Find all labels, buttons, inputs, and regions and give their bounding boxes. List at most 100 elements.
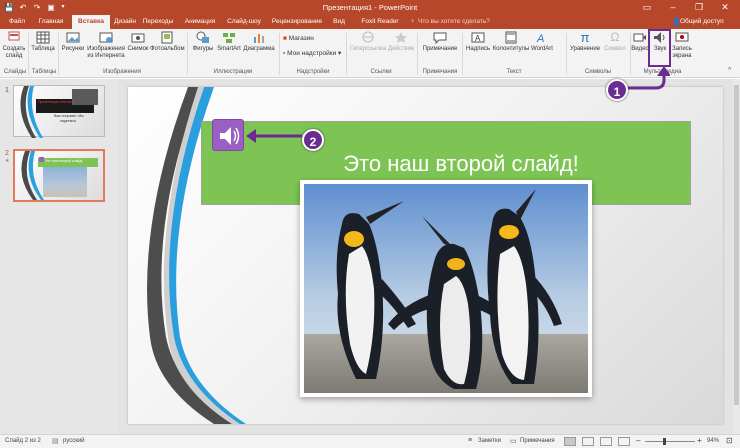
chart-button[interactable]: Диаграмма [242, 31, 276, 53]
comment-button[interactable]: Примечание [420, 31, 460, 53]
scrollbar-thumb[interactable] [734, 85, 739, 405]
equation-icon: π [580, 30, 590, 45]
thumbnail-speaker [39, 157, 44, 162]
table-button[interactable]: Таблица [30, 31, 56, 53]
group-label-slides: Слайды [3, 69, 27, 75]
group-separator [58, 33, 59, 75]
group-label-images: Изображения [103, 69, 141, 75]
shapes-button[interactable]: Фигуры [190, 31, 216, 53]
my-addins-icon: ▪ [283, 50, 286, 57]
share-button[interactable]: Общий доступ [680, 15, 724, 29]
spelling-check-icon[interactable]: ▤ [52, 437, 59, 445]
thumbnail-number: 2 [5, 150, 9, 157]
tab-design[interactable]: Дизайн [110, 15, 140, 29]
speaker-icon [220, 127, 240, 145]
equation-button[interactable]: π Уравнение [568, 31, 602, 53]
screen-recording-icon [675, 32, 689, 42]
reading-view-button[interactable] [600, 437, 612, 446]
group-separator [28, 33, 29, 75]
group-label-tables: Таблицы [31, 69, 57, 75]
vertical-scrollbar[interactable] [733, 79, 740, 434]
online-pictures-button[interactable]: Изображения из Интернета [86, 31, 126, 60]
store-icon: ■ [283, 35, 287, 42]
my-addins-button[interactable]: ▪ Мои надстройки ▾ [283, 49, 341, 57]
normal-view-button[interactable] [564, 437, 576, 446]
wordart-button[interactable]: A WordArt [530, 31, 554, 53]
fit-to-window-icon[interactable]: ⊡ [726, 436, 733, 445]
tab-foxit[interactable]: Foxit Reader PDF [354, 15, 406, 39]
slide-sorter-button[interactable] [582, 437, 594, 446]
group-label-symbols: Символы [585, 69, 611, 75]
maximize-button[interactable]: ❐ [686, 0, 712, 15]
header-footer-label: Колонтитулы [492, 46, 530, 52]
zoom-level[interactable]: 94% [707, 438, 719, 444]
comment-icon [433, 32, 447, 44]
store-label: Магазин [288, 35, 314, 42]
ribbon-display-options-icon[interactable]: ▭ [634, 0, 660, 15]
title-bar: 💾 ↶ ↷ ▣ ▾ Презентация1 - PowerPoint ▭ – … [0, 0, 740, 15]
notes-button[interactable]: Заметки [478, 438, 501, 444]
ribbon-tabs: Файл Главная Вставка Дизайн Переходы Ани… [0, 15, 740, 39]
tab-animations[interactable]: Анимация [180, 15, 220, 29]
svg-text:A: A [475, 34, 481, 43]
zoom-out-icon[interactable]: – [636, 436, 640, 445]
new-slide-button[interactable]: Создать слайд [2, 31, 26, 60]
tab-file[interactable]: Файл [2, 15, 32, 29]
screen-recording-button[interactable]: Запись экрана [670, 31, 694, 60]
thumbnail-text: Вам понравит. Мы [54, 114, 84, 118]
slide-thumbnails-pane: 1 Презентация Microsoft Вам понравит. Мы… [0, 79, 118, 434]
comments-button[interactable]: Примечания [520, 438, 555, 444]
callout-2-arrow [246, 129, 302, 143]
smartart-button[interactable]: SmartArt [216, 31, 242, 53]
penguins-image [304, 184, 588, 393]
tab-transitions[interactable]: Переходы [140, 15, 176, 29]
status-bar: Слайд 2 из 2 ▤ русский ≡ Заметки ▭ Приме… [0, 434, 740, 448]
shapes-label: Фигуры [192, 46, 214, 52]
pictures-button[interactable]: Рисунки [60, 31, 86, 53]
slide-thumbnail-2[interactable]: Это наш второй слайд! [13, 149, 105, 202]
new-slide-label: Создать слайд [2, 46, 26, 59]
thumbnail-text: Презентация Microsoft [38, 100, 75, 104]
tab-view[interactable]: Вид [328, 15, 350, 29]
zoom-in-icon[interactable]: + [697, 436, 702, 445]
action-icon [395, 32, 407, 43]
textbox-button[interactable]: A Надпись [464, 31, 492, 53]
group-separator [417, 33, 418, 75]
tab-review[interactable]: Рецензирование [268, 15, 326, 29]
hyperlink-button[interactable]: Гиперссылка [348, 31, 388, 53]
tab-insert[interactable]: Вставка [72, 15, 110, 29]
audio-object[interactable] [212, 119, 244, 151]
photo-album-icon [161, 31, 173, 44]
group-separator [566, 33, 567, 75]
slide-title[interactable]: Это наш второй слайд! [311, 151, 611, 177]
tab-slideshow[interactable]: Слайд-шоу [222, 15, 266, 29]
collapse-ribbon-icon[interactable]: ^ [728, 67, 731, 74]
photo-album-button[interactable]: Фотоальбом [150, 31, 185, 53]
zoom-slider-thumb[interactable] [663, 438, 666, 445]
tell-me-box[interactable]: Что вы хотите сделать? [418, 15, 490, 29]
header-footer-icon [505, 31, 517, 44]
chart-label: Диаграмма [243, 46, 275, 52]
screenshot-button[interactable]: Снимок [126, 31, 150, 53]
action-button[interactable]: Действие [388, 31, 414, 53]
slide-thumbnail-1[interactable]: Презентация Microsoft Вам понравит. Мы н… [13, 85, 105, 138]
video-icon [633, 33, 646, 42]
thumbnail-photo [43, 167, 87, 197]
close-button[interactable]: ✕ [712, 0, 738, 15]
action-label: Действие [388, 46, 415, 52]
screenshot-label: Снимок [127, 46, 149, 52]
comment-label: Примечание [422, 46, 458, 52]
group-separator [462, 33, 463, 75]
minimize-button[interactable]: – [660, 0, 686, 15]
video-button[interactable]: Видео [631, 31, 649, 53]
svg-text:A: A [536, 33, 544, 44]
symbol-button[interactable]: Ω Символ [602, 31, 628, 53]
zoom-slider[interactable] [645, 441, 695, 442]
language-indicator[interactable]: русский [63, 438, 85, 444]
tab-home[interactable]: Главная [32, 15, 70, 29]
penguins-picture[interactable] [300, 180, 592, 397]
store-button[interactable]: ■ Магазин [283, 35, 314, 42]
slideshow-button[interactable] [618, 437, 630, 446]
header-footer-button[interactable]: Колонтитулы [492, 31, 530, 53]
group-separator [346, 33, 347, 75]
